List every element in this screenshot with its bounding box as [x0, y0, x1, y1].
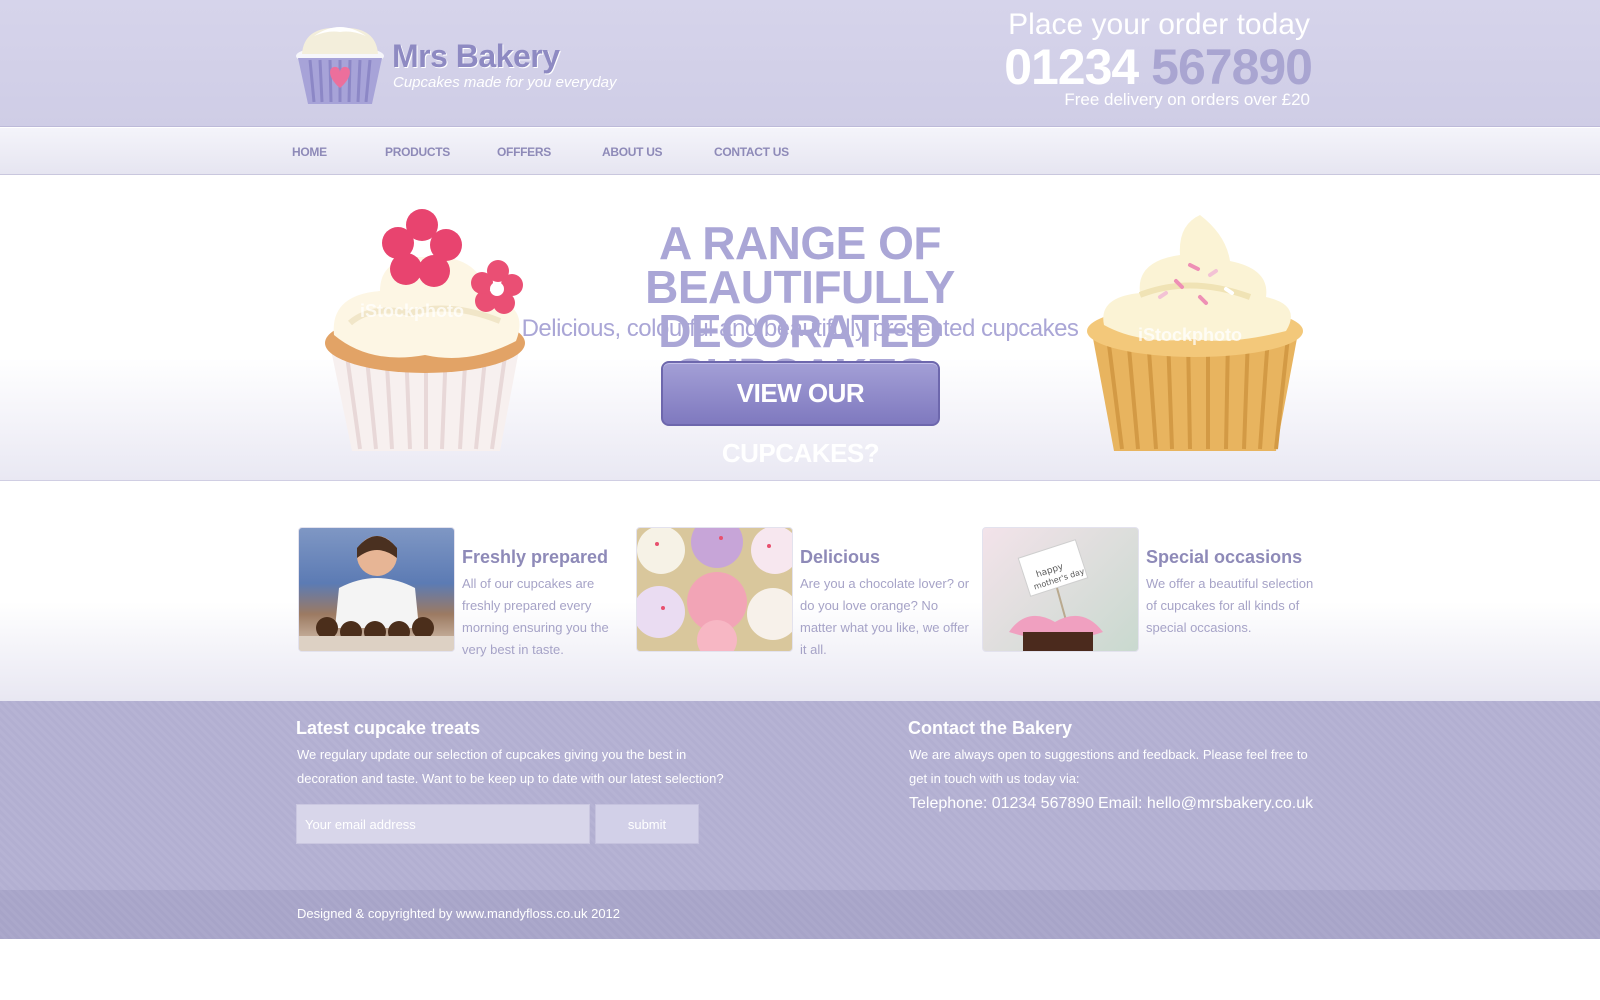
- feature-title: Freshly prepared: [462, 547, 609, 567]
- newsletter-title: Latest cupcake treats: [296, 718, 481, 738]
- hero-subtitle: Delicious, colourful and beautifully pre…: [521, 315, 1079, 342]
- phone-part-2: 567890: [1151, 39, 1313, 95]
- nav-item-about[interactable]: ABOUT US: [602, 145, 663, 159]
- main-nav: HOME PRODUCTS OFFFERS ABOUT US CONTACT U…: [0, 127, 1600, 175]
- watermark-text: iStockphoto: [360, 301, 464, 321]
- feature-text: All of our cupcakes are freshly prepared…: [462, 576, 609, 657]
- nav-item-offers[interactable]: OFFFERS: [497, 145, 551, 159]
- contact-telephone: Telephone: 01234 567890: [909, 795, 1095, 812]
- brand-name[interactable]: Mrs Bakery: [392, 38, 560, 75]
- view-cupcakes-button[interactable]: VIEW OUR CUPCAKES?: [661, 361, 940, 468]
- feature-title: Delicious: [800, 547, 881, 567]
- site-footer: Latest cupcake treats We regulary update…: [0, 701, 1600, 890]
- cupcake-logo-icon[interactable]: [292, 20, 388, 106]
- email-input[interactable]: [296, 804, 590, 844]
- copyright-bar: Designed & copyrighted by www.mandyfloss…: [0, 890, 1600, 939]
- nav-item-home[interactable]: HOME: [292, 145, 327, 159]
- watermark-text: iStockphoto: [1138, 325, 1242, 345]
- brand-tagline: Cupcakes made for you everyday: [393, 74, 617, 91]
- cupcakes-illustration-icon: [637, 528, 792, 651]
- feature-text: We offer a beautiful selection of cupcak…: [1146, 576, 1314, 635]
- contact-text: We are always open to suggestions and fe…: [909, 747, 1308, 786]
- nav-item-products[interactable]: PRODUCTS: [385, 145, 450, 159]
- copyright-text: Designed & copyrighted by www.mandyfloss…: [297, 906, 621, 921]
- baker-photo: [298, 527, 455, 652]
- phone-number: 01234 567890: [1004, 38, 1313, 96]
- contact-title: Contact the Bakery: [908, 718, 1073, 738]
- occasion-photo: happy mother's day: [982, 527, 1139, 652]
- contact-email[interactable]: Email: hello@mrsbakery.co.uk: [1098, 795, 1313, 813]
- order-prompt: Place your order today: [1008, 8, 1310, 41]
- hero-title-line-1: A RANGE OF BEAUTIFULLY: [645, 217, 955, 313]
- cupcakes-photo: [636, 527, 793, 652]
- nav-item-contact[interactable]: CONTACT US: [714, 145, 789, 159]
- baker-illustration-icon: [299, 536, 454, 651]
- feature-text: Are you a chocolate lover? or do you lov…: [800, 576, 970, 657]
- site-header: Mrs Bakery Cupcakes made for you everyda…: [0, 0, 1600, 127]
- hero-banner: iStockphoto A RANGE OF BEAUTIFULLY DECOR…: [0, 175, 1600, 481]
- delivery-note: Free delivery on orders over £20: [1064, 90, 1310, 109]
- features-section: Freshly prepared All of our cupcakes are…: [0, 481, 1600, 701]
- phone-part-1: 01234: [1004, 39, 1139, 95]
- submit-button[interactable]: submit: [595, 804, 699, 844]
- newsletter-text: We regulary update our selection of cupc…: [297, 747, 724, 786]
- feature-title: Special occasions: [1146, 547, 1303, 567]
- occasion-illustration-icon: happy mother's day: [1009, 539, 1103, 651]
